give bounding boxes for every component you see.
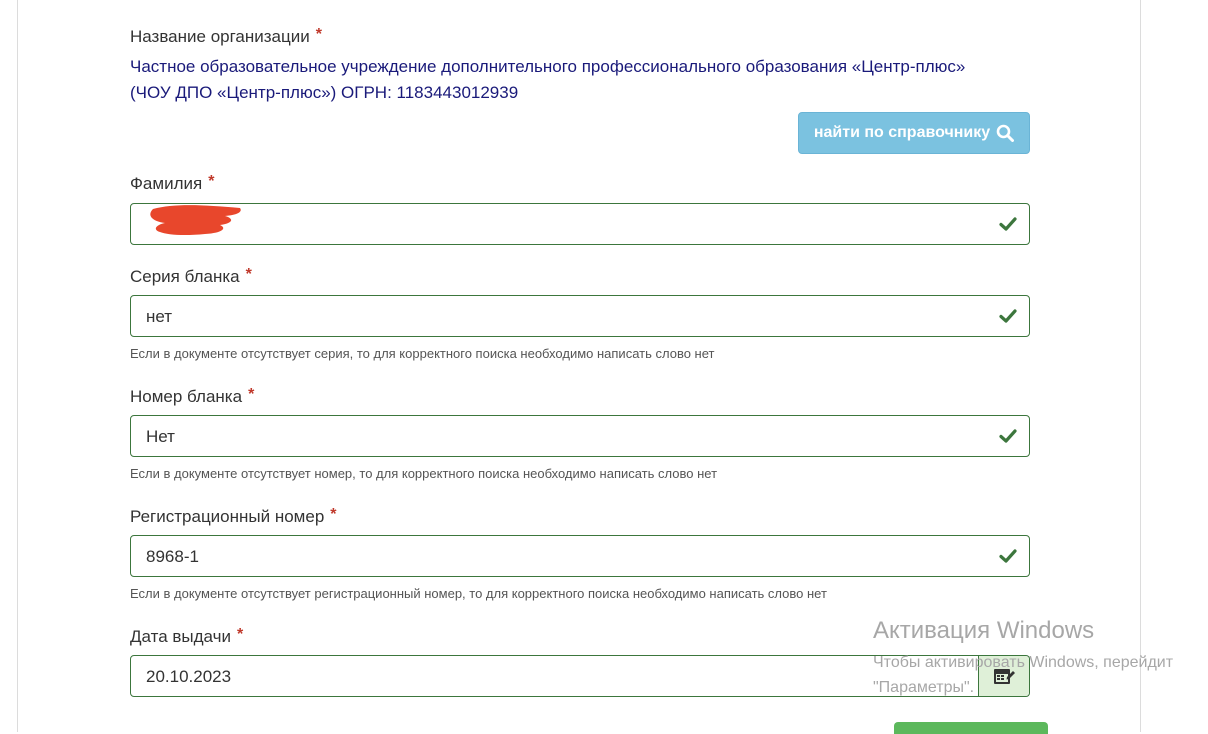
surname-input[interactable] [130,203,1030,245]
check-icon [999,217,1017,231]
form-number-help: Если в документе отсутствует номер, то д… [130,466,718,481]
issue-date-label: Дата выдачи * [130,626,244,646]
organization-name: Частное образовательное учреждение допол… [130,54,1010,106]
form-number-label: Номер бланка * [130,386,255,406]
required-mark: * [245,266,252,283]
form-number-value: Нет [146,427,175,446]
required-mark: * [315,26,322,43]
surname-label: Фамилия * [130,173,215,193]
lookup-button-label: найти по справочнику [813,124,991,141]
check-icon [999,309,1017,323]
windows-activation-line2: "Параметры". [873,679,975,696]
check-icon [999,549,1017,563]
search-icon [996,124,1015,142]
windows-activation-text: Чтобы активировать Windows, перейдит "Па… [873,650,1173,700]
registration-number-label: Регистрационный номер * [130,506,337,526]
required-mark: * [248,386,255,403]
registration-number-input[interactable]: 8968-1 [130,535,1030,577]
lookup-directory-button[interactable]: найти по справочнику [798,112,1030,154]
windows-activation-title: Активация Windows [873,617,1095,644]
issue-date-value: 20.10.2023 [146,667,232,686]
required-mark: * [236,626,244,643]
required-mark: * [208,173,215,190]
registration-number-help: Если в документе отсутствует регистрацио… [130,586,827,601]
form-series-help: Если в документе отсутствует серия, то д… [130,346,715,361]
organization-name-line1: Частное образовательное учреждение допол… [130,57,966,76]
organization-name-line2: (ЧОУ ДПО «Центр-плюс») ОГРН: 11834430129… [130,83,519,102]
content-border-left [17,0,18,732]
organization-label: Название организации * [130,26,322,46]
submit-button[interactable] [894,722,1048,734]
windows-activation-line1: Чтобы активировать Windows, перейдит [873,654,1174,671]
form-series-value: нет [146,307,173,326]
registration-number-value: 8968-1 [146,547,199,566]
form-series-label: Серия бланка * [130,266,252,286]
form-series-input[interactable]: нет [130,295,1030,337]
content-border-right [1140,0,1141,732]
required-mark: * [330,506,337,523]
check-icon [999,429,1017,443]
redaction-mark [150,205,241,236]
form-number-input[interactable]: Нет [130,415,1030,457]
